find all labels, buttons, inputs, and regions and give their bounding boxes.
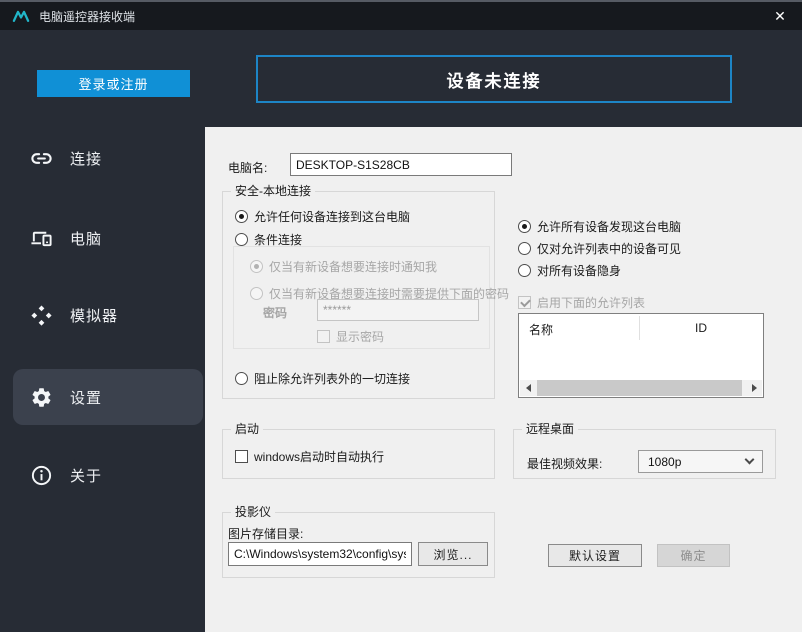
info-icon <box>30 464 53 487</box>
gamepad-icon <box>30 304 53 327</box>
computer-name-label: 电脑名: <box>228 159 267 176</box>
sidebar-item-settings[interactable]: 设置 <box>13 369 203 425</box>
default-settings-label: 默认设置 <box>569 547 621 564</box>
radio-visible-to-list-control <box>518 242 531 255</box>
image-dir-label: 图片存储目录: <box>228 525 303 542</box>
scrollbar-right-arrow[interactable] <box>746 380 762 396</box>
radio-allow-all-discover-control <box>518 220 531 233</box>
video-quality-dropdown[interactable]: 1080p <box>638 450 763 473</box>
allowlist-table: 名称 ID <box>518 313 764 398</box>
sidebar-item-computer[interactable]: 电脑 <box>13 210 203 266</box>
sidebar-label-computer: 电脑 <box>70 228 102 249</box>
radio-block-control <box>235 372 248 385</box>
radio-hide-from-all-label: 对所有设备隐身 <box>537 262 621 279</box>
link-icon <box>30 147 53 170</box>
radio-notify-new-device: 仅当有新设备想要连接时通知我 <box>250 258 437 275</box>
login-register-button[interactable]: 登录或注册 <box>37 70 190 97</box>
image-dir-input[interactable] <box>228 542 412 566</box>
gear-icon <box>30 386 53 409</box>
radio-hide-from-all[interactable]: 对所有设备隐身 <box>518 262 621 279</box>
settings-panel: 电脑名: 安全-本地连接 允许任何设备连接到这台电脑 条件连接 仅当有新设备想要… <box>205 127 802 632</box>
ok-button-label: 确定 <box>680 547 706 564</box>
radio-visible-to-list-label: 仅对允许列表中的设备可见 <box>537 240 681 257</box>
radio-hide-from-all-control <box>518 264 531 277</box>
sidebar-label-about: 关于 <box>70 465 102 486</box>
allowlist-horizontal-scrollbar[interactable] <box>520 380 762 396</box>
security-group-title: 安全-本地连接 <box>231 184 315 199</box>
allowlist-column-id: ID <box>639 321 763 335</box>
radio-block-except-allowlist[interactable]: 阻止除允许列表外的一切连接 <box>235 370 410 387</box>
show-password-checkbox-control <box>317 330 330 343</box>
show-password-label: 显示密码 <box>336 328 384 345</box>
startup-group-title: 启动 <box>231 422 263 437</box>
default-settings-button[interactable]: 默认设置 <box>548 544 642 567</box>
radio-require-password-control <box>250 287 263 300</box>
sidebar-label-emulator: 模拟器 <box>70 305 118 326</box>
login-register-label: 登录或注册 <box>78 74 148 93</box>
password-input <box>317 299 479 321</box>
radio-visible-to-list[interactable]: 仅对允许列表中的设备可见 <box>518 240 681 257</box>
chevron-down-icon <box>745 455 755 465</box>
radio-allow-any-control <box>235 210 248 223</box>
sidebar-item-about[interactable]: 关于 <box>13 447 203 503</box>
sidebar-item-emulator[interactable]: 模拟器 <box>13 287 203 343</box>
radio-notify-label: 仅当有新设备想要连接时通知我 <box>269 258 437 275</box>
checkbox-show-password: 显示密码 <box>317 328 384 345</box>
title-bar: 电脑遥控器接收端 ✕ <box>0 0 802 30</box>
sidebar-label-settings: 设置 <box>70 387 102 408</box>
radio-allow-all-discover-label: 允许所有设备发现这台电脑 <box>537 218 681 235</box>
checkbox-enable-allowlist: 启用下面的允许列表 <box>518 294 645 311</box>
browse-button[interactable]: 浏览... <box>418 542 488 566</box>
radio-allow-all-discover[interactable]: 允许所有设备发现这台电脑 <box>518 218 681 235</box>
enable-allowlist-label: 启用下面的允许列表 <box>537 294 645 311</box>
autostart-checkbox-control <box>235 450 248 463</box>
video-quality-value: 1080p <box>648 455 681 469</box>
close-icon: ✕ <box>774 8 786 25</box>
scrollbar-thumb[interactable] <box>537 380 742 396</box>
scrollbar-left-arrow[interactable] <box>520 380 536 396</box>
radio-conditional-control <box>235 233 248 246</box>
password-label: 密码 <box>263 304 287 321</box>
autostart-label: windows启动时自动执行 <box>254 448 384 465</box>
enable-allowlist-checkbox-control <box>518 296 531 309</box>
close-button[interactable]: ✕ <box>758 2 802 30</box>
video-quality-label: 最佳视频效果: <box>527 455 602 472</box>
connection-status-text: 设备未连接 <box>447 67 542 92</box>
radio-block-label: 阻止除允许列表外的一切连接 <box>254 370 410 387</box>
sidebar-label-connect: 连接 <box>70 148 102 169</box>
connection-status-box: 设备未连接 <box>256 55 732 103</box>
radio-notify-control <box>250 260 263 273</box>
radio-allow-any-device[interactable]: 允许任何设备连接到这台电脑 <box>235 208 410 225</box>
remote-desktop-group-title: 远程桌面 <box>522 422 578 437</box>
radio-allow-any-label: 允许任何设备连接到这台电脑 <box>254 208 410 225</box>
browse-button-label: 浏览... <box>433 546 472 563</box>
app-logo-icon <box>12 7 30 25</box>
allowlist-column-name: 名称 <box>529 321 553 338</box>
computer-name-input[interactable] <box>290 153 512 176</box>
checkbox-autostart[interactable]: windows启动时自动执行 <box>235 448 384 465</box>
ok-button: 确定 <box>657 544 730 567</box>
sidebar-item-connect[interactable]: 连接 <box>13 130 203 186</box>
window-title: 电脑遥控器接收端 <box>39 8 135 25</box>
projector-group-title: 投影仪 <box>231 505 275 520</box>
devices-icon <box>30 227 53 250</box>
